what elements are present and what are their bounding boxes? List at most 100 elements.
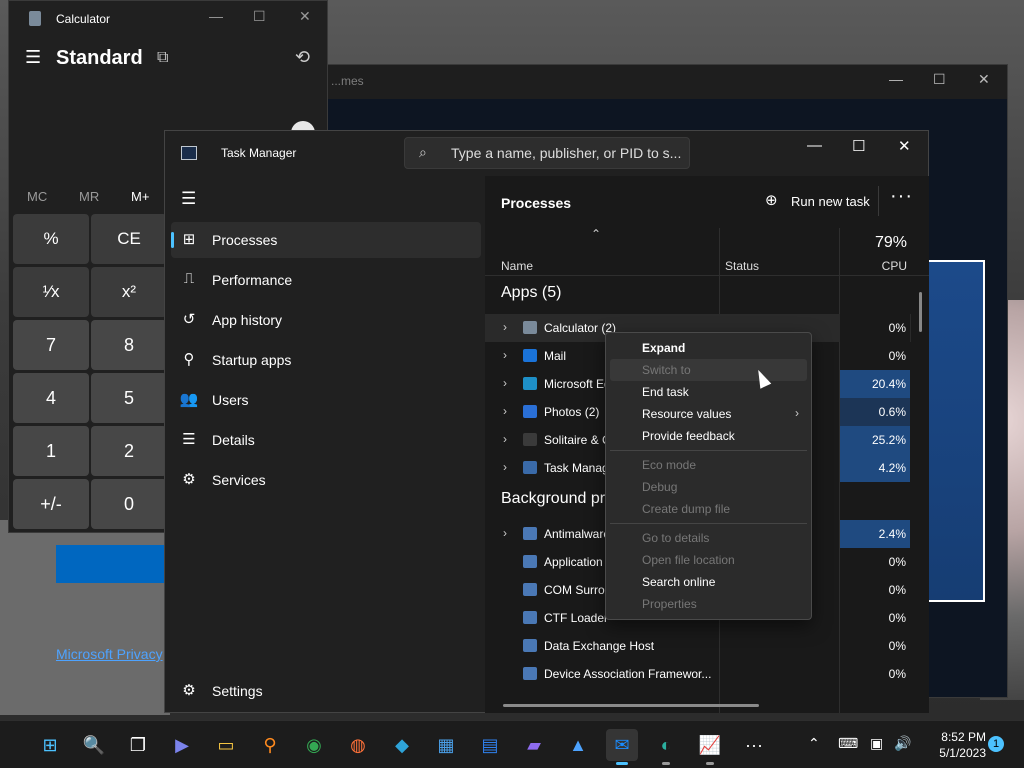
nav-item-users[interactable]: 👥 Users [171, 382, 481, 418]
keep-on-top-icon[interactable]: ⧉ [157, 49, 168, 67]
store-app[interactable]: ▦ [430, 729, 462, 761]
menu-item-eco-mode[interactable]: Eco mode [610, 454, 807, 476]
show-hidden-icons[interactable]: ⌃ [808, 735, 820, 752]
nav-item-app-history[interactable]: ↺ App history [171, 302, 481, 338]
menu-item-go-to-details[interactable]: Go to details [610, 527, 807, 549]
store-icon: ▦ [437, 734, 455, 755]
nav-item-processes[interactable]: ⊞ Processes [171, 222, 481, 258]
nav-item-performance[interactable]: ⎍ Performance [171, 262, 481, 298]
process-search-box[interactable]: ⌕ [404, 137, 690, 169]
horizontal-scrollbar[interactable] [503, 704, 759, 707]
file-explorer-app[interactable]: ▭ [210, 729, 242, 761]
calc-key[interactable]: 1 [13, 426, 89, 476]
calc-key[interactable]: +/- [13, 479, 89, 529]
memory-add-button[interactable]: M+ [131, 189, 149, 204]
menu-item-provide-feedback[interactable]: Provide feedback [610, 425, 807, 447]
nav-item-services[interactable]: ⚙ Services [171, 462, 481, 498]
process-search-input[interactable] [451, 138, 685, 168]
column-status[interactable]: Status [725, 259, 759, 273]
menu-item-end-task[interactable]: End task [610, 381, 807, 403]
sort-ascending-icon[interactable]: ⌃ [591, 227, 601, 241]
table-row[interactable]: Device Association Framewor... 0% [485, 660, 911, 688]
hamburger-menu-icon[interactable]: ☰ [25, 47, 41, 68]
process-icon [523, 667, 537, 680]
column-name[interactable]: Name [501, 259, 533, 273]
network-icon[interactable]: ▣ [870, 735, 883, 752]
menu-item-properties[interactable]: Properties [610, 593, 807, 615]
memory-clear-button[interactable]: MC [27, 189, 47, 204]
chevron-right-icon[interactable]: › [503, 460, 507, 474]
nav-item-startup-apps[interactable]: ⚲ Startup apps [171, 342, 481, 378]
process-context-menu: Expand Switch to End task Resource values › P… [605, 332, 812, 620]
remote-app[interactable]: ◆ [386, 729, 418, 761]
privacy-link[interactable]: Microsoft Privacy [56, 646, 163, 662]
minimize-icon[interactable]: — [209, 8, 223, 24]
calc-key[interactable]: 2 [91, 426, 167, 476]
chevron-right-icon[interactable]: › [503, 526, 507, 540]
search-button[interactable]: 🔍 [78, 729, 110, 761]
app-history-icon: ↺ [182, 311, 196, 328]
chevron-right-icon[interactable]: › [503, 404, 507, 418]
task-view-button[interactable]: ❐ [122, 729, 154, 761]
search-tool-app[interactable]: ⚲ [254, 729, 286, 761]
menu-item-search-online[interactable]: Search online [610, 571, 807, 593]
calc-key[interactable]: 7 [13, 320, 89, 370]
maximize-icon[interactable]: ☐ [253, 8, 266, 25]
history-icon[interactable]: ⟲ [295, 47, 310, 68]
playing-card[interactable] [927, 260, 985, 602]
volume-icon[interactable]: 🔊 [894, 735, 911, 752]
close-icon[interactable]: ✕ [978, 71, 990, 88]
start-button[interactable]: ⊞ [34, 729, 66, 761]
menu-item-expand[interactable]: Expand [610, 337, 807, 359]
calc-key[interactable]: ¹⁄x [13, 267, 89, 317]
calc-key[interactable]: % [13, 214, 89, 264]
nav-hamburger-icon[interactable]: ☰ [181, 189, 196, 209]
nav-item-settings[interactable]: ⚙ Settings [171, 673, 481, 709]
calc-key[interactable]: 5 [91, 373, 167, 423]
firefox-app[interactable]: ◍ [342, 729, 374, 761]
edge-app[interactable]: ◐ [650, 729, 682, 765]
menu-item-switch-to[interactable]: Switch to [610, 359, 807, 381]
minimize-icon[interactable]: — [889, 71, 903, 87]
process-icon [523, 639, 537, 652]
column-cpu[interactable]: CPU [882, 259, 907, 273]
menu-item-debug[interactable]: Debug [610, 476, 807, 498]
vertical-scrollbar[interactable] [919, 292, 922, 332]
chevron-right-icon[interactable]: › [503, 432, 507, 446]
mail-app[interactable]: ✉ [606, 729, 638, 765]
close-icon[interactable]: ✕ [299, 8, 311, 25]
chrome-app[interactable]: ◉ [298, 729, 330, 761]
menu-item-create-dump-file[interactable]: Create dump file [610, 498, 807, 520]
photos-app[interactable]: ▲ [562, 729, 594, 761]
chevron-right-icon[interactable]: › [503, 320, 507, 334]
calendar-app[interactable]: ▤ [474, 729, 506, 761]
search-icon: 🔍 [82, 734, 106, 755]
calc-key[interactable]: 8 [91, 320, 167, 370]
clipchamp-app[interactable]: ▰ [518, 729, 550, 761]
maximize-icon[interactable]: ☐ [933, 71, 946, 88]
task-manager-window[interactable]: Task Manager ⌕ — ☐ ✕ ☰ ⊞ Processes ⎍ Perfor… [164, 130, 929, 713]
teams-app[interactable]: ▶ [166, 729, 198, 761]
more-apps-button[interactable]: ··· [738, 729, 770, 761]
calc-key[interactable]: CE [91, 214, 167, 264]
chevron-right-icon[interactable]: › [503, 376, 507, 390]
calc-key[interactable]: 4 [13, 373, 89, 423]
calc-key[interactable]: 0 [91, 479, 167, 529]
table-row[interactable]: Data Exchange Host 0% [485, 632, 911, 660]
calc-key[interactable]: x² [91, 267, 167, 317]
more-options-icon[interactable]: ··· [890, 185, 913, 208]
menu-item-resource-values[interactable]: Resource values › [610, 403, 807, 425]
keyboard-icon[interactable]: ⌨ [838, 735, 858, 752]
task-manager-app[interactable]: 📈 [694, 729, 726, 765]
nav-item-details[interactable]: ☰ Details [171, 422, 481, 458]
process-group-header[interactable]: Apps (5) [501, 284, 561, 302]
menu-item-open-file-location[interactable]: Open file location [610, 549, 807, 571]
minimize-icon[interactable]: — [807, 137, 822, 154]
close-icon[interactable]: ✕ [898, 137, 911, 155]
memory-recall-button[interactable]: MR [79, 189, 99, 204]
notification-badge[interactable]: 1 [988, 736, 1004, 752]
maximize-icon[interactable]: ☐ [852, 137, 865, 155]
system-clock[interactable]: 8:52 PM 5/1/2023 [920, 729, 986, 761]
chevron-right-icon[interactable]: › [503, 348, 507, 362]
task-manager-titlebar[interactable]: Task Manager ⌕ — ☐ ✕ [165, 131, 928, 176]
